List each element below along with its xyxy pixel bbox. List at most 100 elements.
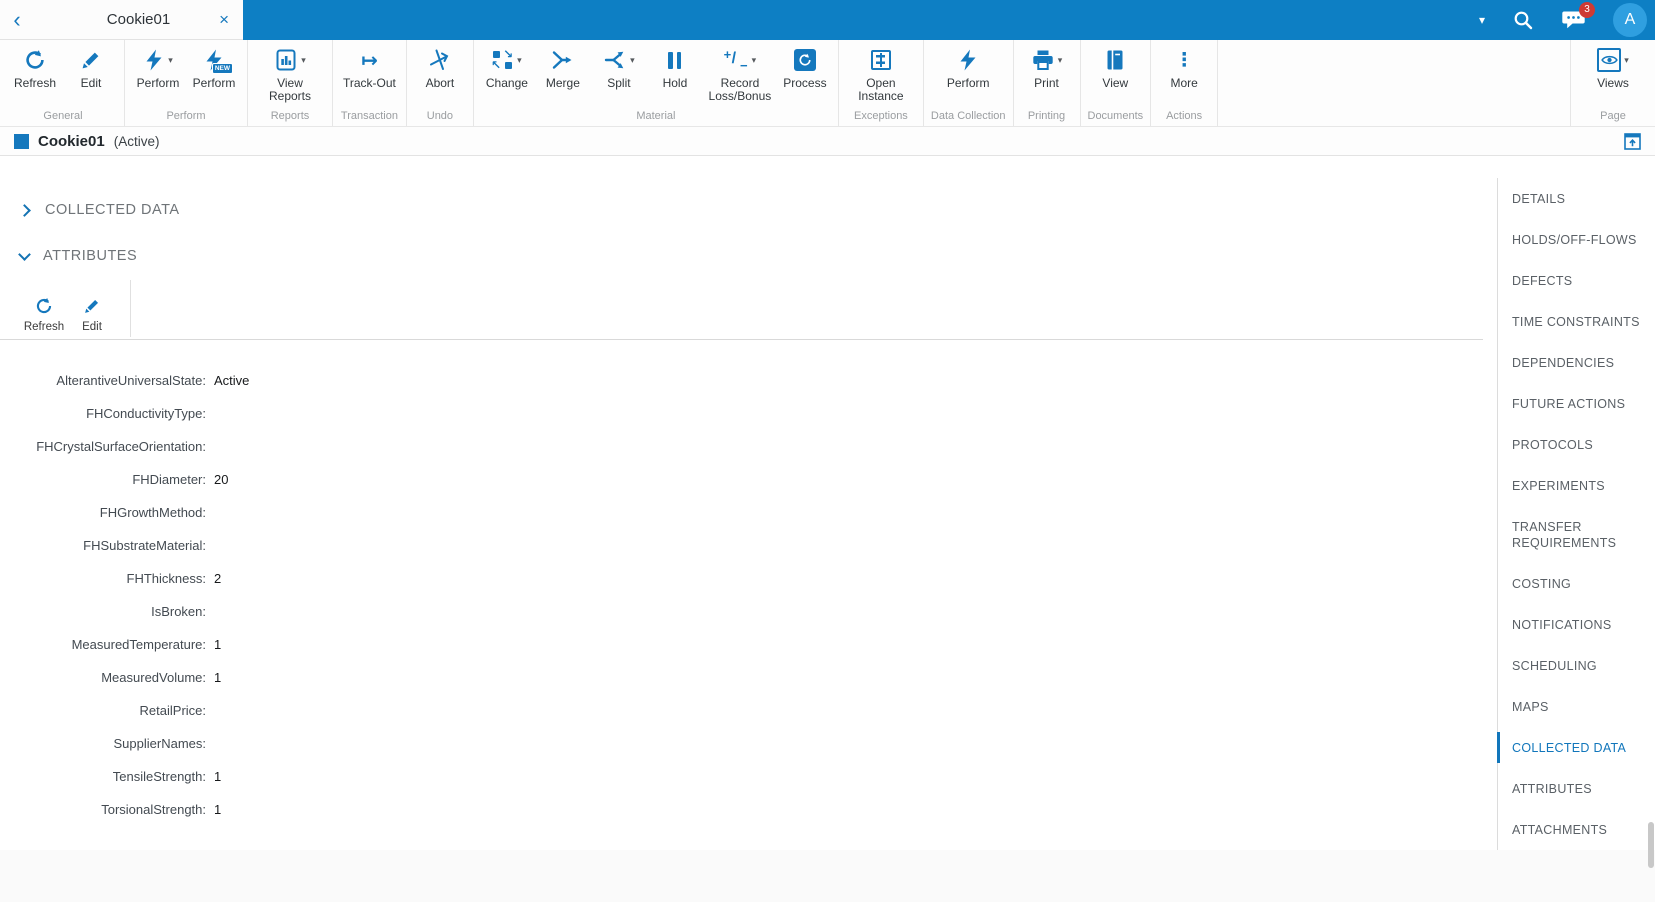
abort-button[interactable]: Abort (412, 45, 468, 106)
view-reports-icon (274, 48, 298, 72)
attribute-row: FHDiameter: 20 (0, 463, 1483, 496)
messages-badge: 3 (1579, 2, 1595, 18)
hold-icon (668, 51, 682, 69)
button-label: Print (1034, 76, 1059, 90)
track-out-button[interactable]: ↦ Track-Out (338, 45, 401, 106)
perform-button[interactable]: Perform (940, 45, 996, 106)
entity-title-bar: Cookie01 (Active) (0, 127, 1655, 156)
attribute-row: MeasuredTemperature: 1 (0, 628, 1483, 661)
attribute-name: FHThickness: (126, 571, 206, 586)
attribute-value: 2 (214, 571, 222, 586)
split-button[interactable]: ▾ Split (591, 45, 647, 106)
attribute-name: FHConductivityType: (86, 406, 206, 421)
views-icon (1597, 48, 1622, 72)
sidebar-item-collected-data[interactable]: COLLECTED DATA (1497, 727, 1655, 768)
section-header-collected-data[interactable]: COLLECTED DATA (18, 156, 1483, 218)
section-label: COLLECTED DATA (45, 202, 180, 218)
hold-button[interactable]: Hold (647, 45, 703, 106)
change-button[interactable]: ↘ ↖ ▾ Change (479, 45, 535, 106)
button-label: Open Instance (858, 76, 904, 103)
section-header-attributes[interactable]: ATTRIBUTES (18, 247, 1483, 264)
ribbon-group-label: General (43, 110, 83, 122)
edit-button[interactable]: Edit (68, 278, 116, 339)
edit-button[interactable]: Edit (63, 45, 119, 106)
topbar-actions: ▾ 3 A (1479, 0, 1655, 40)
ribbon-group-data-collection: Perform Data Collection (924, 40, 1014, 126)
sidebar-item-future-actions[interactable]: FUTURE ACTIONS (1498, 383, 1655, 424)
topbar-dropdown-caret-icon[interactable]: ▾ (1479, 13, 1485, 27)
view-button[interactable]: View (1087, 45, 1143, 106)
ribbon-group-label: Reports (270, 110, 310, 122)
attribute-name: AlterantiveUniversalState: (56, 373, 206, 388)
process-button[interactable]: Process (777, 45, 833, 106)
refresh-button[interactable]: Refresh (7, 45, 63, 106)
entity-type-icon (14, 133, 29, 149)
attribute-row: FHGrowthMethod: (0, 496, 1483, 529)
attribute-row: FHThickness: 2 (0, 562, 1483, 595)
attribute-name: TorsionalStrength: (101, 802, 206, 817)
view-reports-button[interactable]: ▾ View Reports (253, 45, 327, 106)
sidebar-item-transfer-requirements[interactable]: TRANSFER REQUIREMENTS (1498, 506, 1655, 563)
collapse-icon[interactable] (1624, 132, 1641, 150)
record-loss-bonus-button[interactable]: + / − ▾ Record Loss/Bonus (703, 45, 777, 106)
sidebar-item-attachments[interactable]: ATTACHMENTS (1498, 809, 1655, 850)
attribute-value: 1 (214, 802, 222, 817)
perform-button[interactable]: ▾ Perform (130, 45, 186, 106)
scrollbar-thumb[interactable] (1648, 822, 1654, 868)
section-label: ATTRIBUTES (43, 248, 138, 264)
sidebar-item-costing[interactable]: COSTING (1498, 563, 1655, 604)
button-label: Views (1597, 76, 1629, 90)
attribute-row: AlterantiveUniversalState: Active (0, 364, 1483, 397)
sidebar-item-attributes[interactable]: ATTRIBUTES (1498, 768, 1655, 809)
attribute-row: FHSubstrateMaterial: (0, 529, 1483, 562)
refresh-button[interactable]: Refresh (20, 278, 68, 339)
button-label: Record Loss/Bonus (708, 76, 772, 103)
print-button[interactable]: ▾ Print (1019, 45, 1075, 106)
status-badge: (Active) (113, 133, 160, 149)
merge-button[interactable]: Merge (535, 45, 591, 106)
perform-icon (957, 49, 979, 71)
sidebar-item-experiments[interactable]: EXPERIMENTS (1498, 465, 1655, 506)
tab-cookie01[interactable]: Cookie01 × (34, 10, 243, 30)
more-button[interactable]: ⋮ More (1156, 45, 1212, 106)
sidebar-item-holds-off-flows[interactable]: HOLDS/OFF-FLOWS (1498, 219, 1655, 260)
views-button[interactable]: ▾ Views (1585, 45, 1641, 106)
change-icon: ↘ ↖ (491, 47, 514, 72)
avatar[interactable]: A (1613, 3, 1647, 37)
sidebar-item-time-constraints[interactable]: TIME CONSTRAINTS (1498, 301, 1655, 342)
attribute-row: FHConductivityType: (0, 397, 1483, 430)
sidebar-item-protocols[interactable]: PROTOCOLS (1498, 424, 1655, 465)
view-documents-icon (1103, 48, 1127, 72)
sidebar-item-dependencies[interactable]: DEPENDENCIES (1498, 342, 1655, 383)
ribbon-group-label: Documents (1087, 110, 1144, 122)
right-side-nav: DETAILS HOLDS/OFF-FLOWS DEFECTS TIME CONSTR… (1497, 178, 1655, 850)
ribbon-group-printing: ▾ Print Printing (1014, 40, 1081, 126)
attribute-row: FHCrystalSurfaceOrientation: (0, 430, 1483, 463)
sidebar-item-defects[interactable]: DEFECTS (1498, 260, 1655, 301)
content-area: COLLECTED DATA ATTRIBUTES Refresh Edit Al… (0, 156, 1483, 826)
ribbon-group-label: Transaction (340, 110, 398, 122)
edit-icon (80, 49, 102, 71)
sidebar-item-maps[interactable]: MAPS (1498, 686, 1655, 727)
back-icon[interactable]: ‹ (0, 8, 34, 31)
refresh-icon (35, 297, 53, 315)
button-label: Hold (662, 76, 688, 90)
messages-icon[interactable]: 3 (1561, 2, 1595, 31)
close-icon[interactable]: × (219, 10, 229, 30)
attribute-row: TorsionalStrength: 1 (0, 793, 1483, 826)
attribute-name: RetailPrice: (139, 703, 206, 718)
ribbon-group-page: ▾ Views Page (1570, 40, 1655, 126)
process-icon (793, 49, 816, 71)
attributes-list: AlterantiveUniversalState: Active FHConduc… (0, 340, 1483, 826)
button-label: Process (783, 76, 827, 90)
button-label: Perform (946, 76, 990, 90)
ribbon-group-label: Perform (166, 110, 206, 122)
perform-button[interactable]: NEW Perform (186, 45, 242, 106)
dropdown-caret-icon: ▾ (168, 54, 173, 65)
attribute-value: 20 (214, 472, 229, 487)
open-instance-button[interactable]: Open Instance (844, 45, 918, 106)
search-icon[interactable] (1512, 9, 1534, 31)
sidebar-item-notifications[interactable]: NOTIFICATIONS (1498, 604, 1655, 645)
sidebar-item-details[interactable]: DETAILS (1498, 178, 1655, 219)
sidebar-item-scheduling[interactable]: SCHEDULING (1498, 645, 1655, 686)
